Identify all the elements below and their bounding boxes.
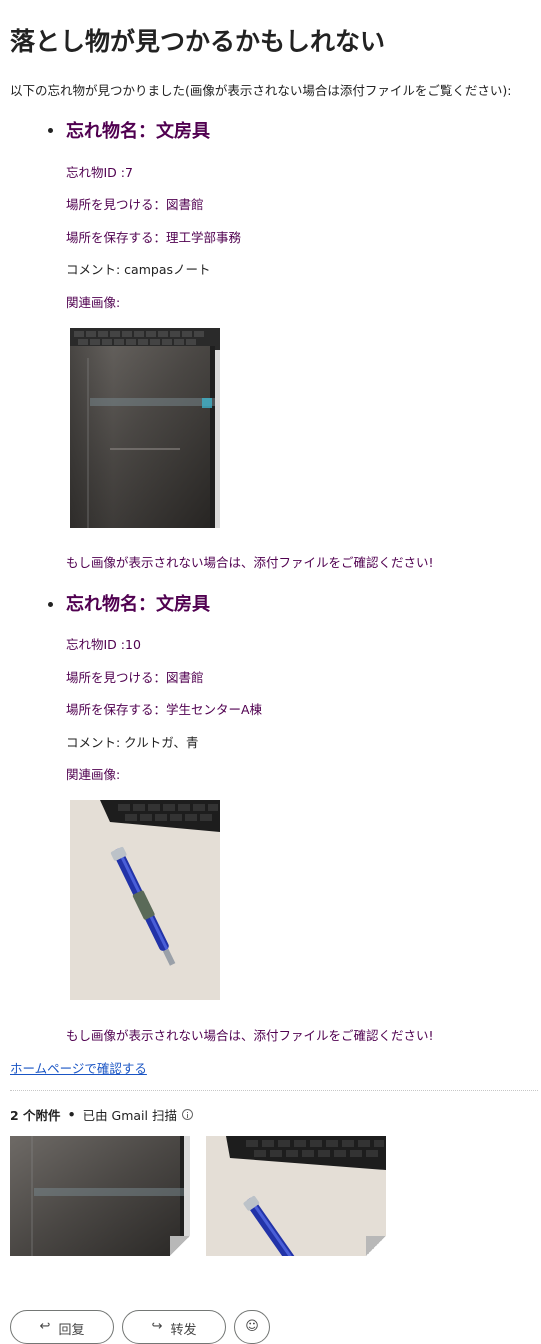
intro-text: 以下の忘れ物が見つかりました(画像が表示されない場合は添付ファイルをご覧ください… bbox=[10, 83, 512, 98]
attachments-header: 2 个附件 • 已由 Gmail 扫描 bbox=[10, 1105, 193, 1124]
item-id: 忘れ物ID :10 bbox=[66, 637, 141, 652]
reply-button[interactable]: ↩ 回复 bbox=[10, 1310, 114, 1344]
item-storage-location: 場所を保存する：学生センターA棟 bbox=[66, 702, 263, 717]
item-found-location: 場所を見つける：図書館 bbox=[66, 670, 204, 685]
forward-button[interactable]: ↪ 转发 bbox=[122, 1310, 226, 1344]
attachment-thumbnail-pen[interactable] bbox=[206, 1136, 386, 1256]
page-fold bbox=[366, 1236, 386, 1256]
pen-photo bbox=[70, 800, 220, 1000]
reply-icon: ↩ bbox=[39, 1319, 51, 1334]
list-bullet bbox=[48, 602, 53, 607]
item-found-location: 場所を見つける：図書館 bbox=[66, 197, 204, 212]
item-title: 忘れ物名：文房具 bbox=[66, 121, 210, 142]
attachment-count: 2 个附件 bbox=[10, 1108, 61, 1123]
item-title: 忘れ物名：文房具 bbox=[66, 594, 210, 615]
forward-icon: ↪ bbox=[151, 1319, 163, 1334]
item-comment: コメント: campasノート bbox=[66, 262, 211, 277]
emoji-reaction-button[interactable]: ☺ bbox=[234, 1310, 270, 1344]
image-notice: もし画像が表示されない場合は、添付ファイルをご確認ください! bbox=[66, 555, 434, 570]
image-notice: もし画像が表示されない場合は、添付ファイルをご確認ください! bbox=[66, 1028, 434, 1043]
info-icon[interactable] bbox=[181, 1109, 193, 1120]
item-image-label: 関連画像: bbox=[66, 767, 121, 782]
attachments-divider bbox=[10, 1090, 538, 1091]
list-bullet bbox=[48, 128, 53, 133]
item-id: 忘れ物ID :7 bbox=[66, 165, 133, 180]
homepage-link[interactable]: ホームページで確認する bbox=[10, 1058, 147, 1077]
forward-label: 转发 bbox=[170, 1323, 197, 1338]
emoji-icon: ☺ bbox=[245, 1319, 259, 1334]
item-image-label: 関連画像: bbox=[66, 295, 121, 310]
email-heading: 落とし物が見つかるかもしれない bbox=[10, 27, 386, 56]
item-comment: コメント: クルトガ、青 bbox=[66, 735, 199, 750]
page-fold bbox=[170, 1236, 190, 1256]
notebook-photo bbox=[70, 328, 220, 528]
item-storage-location: 場所を保存する：理工学部事務 bbox=[66, 230, 242, 245]
scan-status: 已由 Gmail 扫描 bbox=[82, 1108, 177, 1123]
attachment-thumbnail-notebook[interactable] bbox=[10, 1136, 190, 1256]
email-body: 落とし物が見つかるかもしれない 以下の忘れ物が見つかりました(画像が表示されない… bbox=[0, 0, 541, 1344]
separator-dot: • bbox=[67, 1107, 76, 1122]
reply-label: 回复 bbox=[58, 1323, 85, 1338]
